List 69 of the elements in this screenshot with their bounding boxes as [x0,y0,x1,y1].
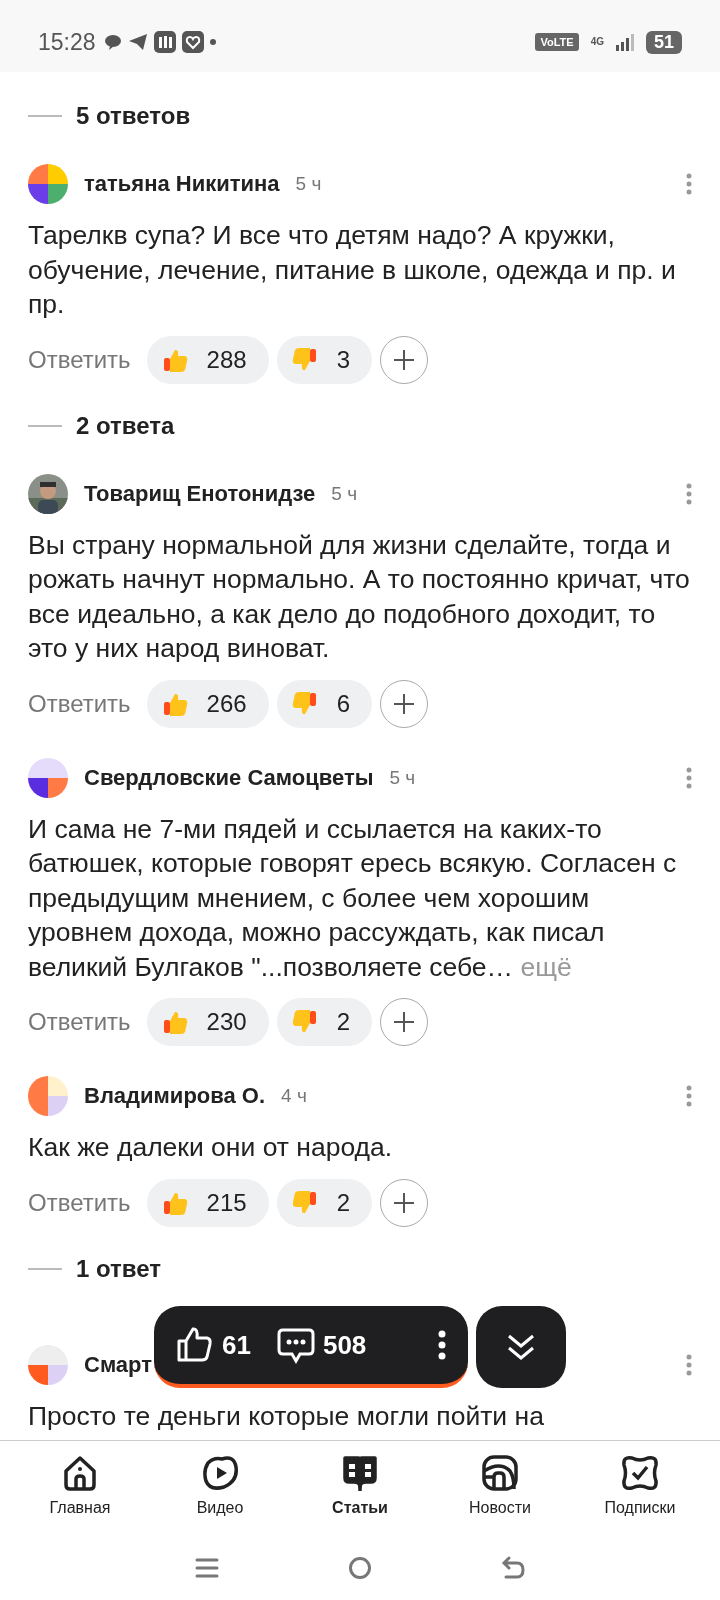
comment-time: 5 ч [389,766,416,789]
replies-link[interactable]: 1 ответ [76,1254,162,1283]
subs-icon [620,1453,660,1493]
network-label: 4G [590,37,604,47]
comment-count[interactable]: 508 [322,1329,367,1361]
plus-icon [394,349,414,370]
avatar-icon [28,1076,68,1116]
double-chevron-icon [506,1333,536,1361]
reply-link[interactable]: Ответить [28,1188,131,1217]
comment-text: Просто те деньги которые могли пойти на [28,1399,545,1433]
news-icon [480,1453,520,1493]
like-button[interactable]: 230 [146,998,269,1046]
dislike-button[interactable]: 6 [276,679,372,728]
like-count[interactable]: 61 [222,1329,251,1361]
add-reaction-button[interactable] [380,998,428,1046]
author-name[interactable]: Смарт [84,1351,153,1378]
battery-level: 51 [645,30,682,54]
dislike-button[interactable]: 2 [276,1178,372,1227]
reply-link[interactable]: Ответить [28,1008,131,1036]
comment-time: 5 ч [295,173,322,195]
nav-tab[interactable]: Статьи [300,1453,420,1536]
add-reaction-button[interactable] [380,335,428,384]
reply-link[interactable]: Ответить [28,345,131,374]
nav-tab[interactable]: Новости [440,1453,560,1536]
chat-icon [103,33,122,51]
plus-icon [394,1012,414,1032]
author-name[interactable]: Владимирова О. [84,1083,266,1109]
scroll-down-button[interactable] [476,1306,566,1388]
like-button[interactable]: 288 [146,335,269,384]
avatar-icon [28,164,68,204]
like-button[interactable]: 215 [146,1178,269,1227]
home-circle-icon[interactable] [348,1556,372,1580]
reply-link[interactable]: Ответить [28,689,131,718]
articles-icon [340,1453,380,1493]
comment-time: 4 ч [281,1085,307,1107]
replies-link[interactable]: 5 ответов [76,102,191,130]
comment-time: 5 ч [331,482,358,505]
nav-tab[interactable]: Видео [160,1453,280,1536]
send-icon [127,32,148,52]
add-reaction-button[interactable] [380,679,428,728]
avatar-icon [28,1344,68,1385]
dislike-button[interactable]: 2 [276,998,372,1046]
back-icon[interactable] [501,1556,526,1580]
clock: 15:28 [38,28,96,56]
plus-icon [394,1192,414,1213]
avatar-icon [28,757,68,798]
comment-text: И сама не 7-ми пядей и ссылается на каких-то батюшек, которые говорят ересь всякую. Согласен с предыдущим мнением, с более чем хорошим уровнем дохода, можно рассуждать, как писал великий Булгаков "...позволяете себе… ещё [28,812,678,984]
thumbs-up-icon [176,1326,214,1364]
nav-tab[interactable]: Подписки [580,1453,700,1536]
author-name[interactable]: татьяна Никитина [84,171,280,197]
like-button[interactable]: 266 [146,679,269,728]
replies-link[interactable]: 2 ответа [76,411,175,440]
plus-icon [394,693,414,714]
menu-icon[interactable] [194,1557,219,1579]
comment-text: Тарелкв супа? И все что детям надо? А кружки, обучение, лечение, питание в школе, одежда и пр. и пр. [28,219,677,321]
more-icon[interactable] [438,1330,446,1360]
nav-tab[interactable]: Главная [20,1453,140,1536]
dot-icon [209,39,216,45]
signal-icon [615,33,634,51]
author-name[interactable]: Товарищ Енотонидзе [84,480,316,507]
dislike-button[interactable]: 3 [276,335,372,384]
volte-badge: VoLTE [535,33,579,51]
add-reaction-button[interactable] [380,1178,428,1227]
video-icon [200,1453,240,1493]
comment-text: Как же далеки они от народа. [28,1131,394,1164]
comment-icon [276,1326,315,1364]
author-name[interactable]: Свердловские Самоцветы [84,764,374,791]
app-icon [153,31,176,53]
comment-text: Вы страну нормальной для жизни сделайте, тогда и рожать начнут нормально. А то постоянно кричат, что все идеально, а как дело до подобного доходит, то это у них народ виноват. [28,528,691,665]
